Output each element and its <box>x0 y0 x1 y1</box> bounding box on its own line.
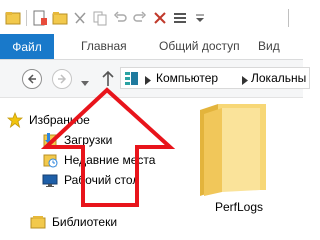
nav-favorites[interactable]: Избранное <box>6 110 166 130</box>
recent-places-icon <box>41 151 59 169</box>
nav-item-label: Недавние места <box>64 153 156 167</box>
back-button[interactable] <box>22 69 42 89</box>
qat-separator <box>26 10 27 26</box>
quick-access-toolbar <box>4 8 211 28</box>
up-button[interactable] <box>100 69 116 89</box>
tab-home[interactable]: Главная <box>81 39 127 53</box>
breadcrumb-computer[interactable]: Компьютер <box>156 71 218 85</box>
recent-locations-dropdown[interactable] <box>81 76 89 90</box>
nav-item-label: Рабочий стол <box>64 173 140 187</box>
downloads-icon <box>41 131 59 149</box>
title-bar <box>0 0 303 34</box>
navigation-pane: Избранное Загрузки Недавние места Рабочи… <box>0 98 160 240</box>
rename-icon[interactable] <box>171 9 189 27</box>
star-icon <box>6 111 24 129</box>
cut-icon[interactable] <box>71 9 89 27</box>
copy-icon[interactable] <box>91 9 109 27</box>
properties-icon[interactable] <box>31 9 49 27</box>
tab-view[interactable]: Вид <box>258 39 280 53</box>
address-bar-row: Компьютер Локальны <box>0 60 310 98</box>
tab-share[interactable]: Общий доступ <box>159 39 240 53</box>
delete-icon[interactable] <box>151 9 169 27</box>
address-field[interactable]: Компьютер Локальны <box>120 67 310 89</box>
breadcrumb-separator-icon[interactable] <box>145 74 151 88</box>
content-pane: PerfLogs <box>160 98 303 240</box>
title-separator <box>288 9 289 27</box>
undo-icon[interactable] <box>111 9 129 27</box>
nav-item-label: Загрузки <box>64 133 113 147</box>
back-arrow-icon <box>27 74 36 84</box>
nav-favorites-label: Избранное <box>29 113 90 127</box>
customize-qat-icon[interactable] <box>191 9 209 27</box>
folder-label: PerfLogs <box>215 200 264 214</box>
explorer-icon[interactable] <box>4 9 22 27</box>
breadcrumb-separator-icon[interactable] <box>242 74 248 88</box>
nav-libraries-label: Библиотеки <box>52 215 118 229</box>
tab-file[interactable]: Файл <box>0 34 54 59</box>
computer-icon <box>124 71 140 90</box>
ribbon-tabs: Файл Главная Общий доступ Вид <box>0 34 303 60</box>
forward-arrow-icon <box>58 74 67 84</box>
desktop-icon <box>41 171 59 189</box>
forward-button[interactable] <box>52 69 72 89</box>
new-folder-icon[interactable] <box>51 9 69 27</box>
breadcrumb-local-disk[interactable]: Локальны <box>251 71 306 85</box>
libraries-icon <box>29 213 47 231</box>
folder-icon <box>196 100 268 201</box>
up-arrow-icon <box>102 70 114 86</box>
chevron-down-icon <box>81 81 89 86</box>
redo-icon[interactable] <box>131 9 149 27</box>
